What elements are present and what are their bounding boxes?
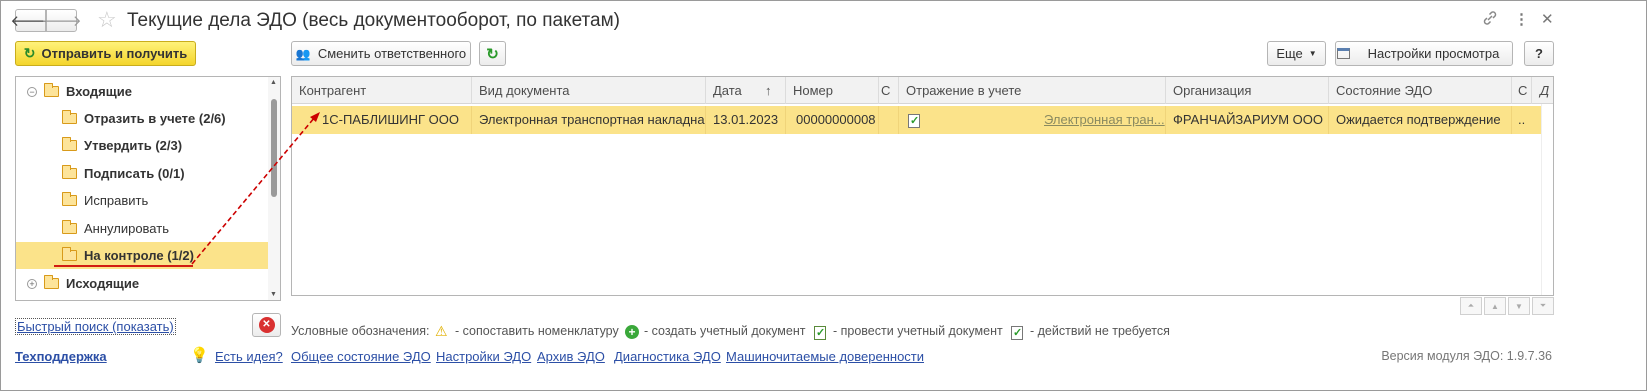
window: 🡐 🡒 ☆ Текущие дела ЭДО (весь документооб… bbox=[0, 0, 1647, 391]
annotation-arrow bbox=[54, 112, 320, 267]
